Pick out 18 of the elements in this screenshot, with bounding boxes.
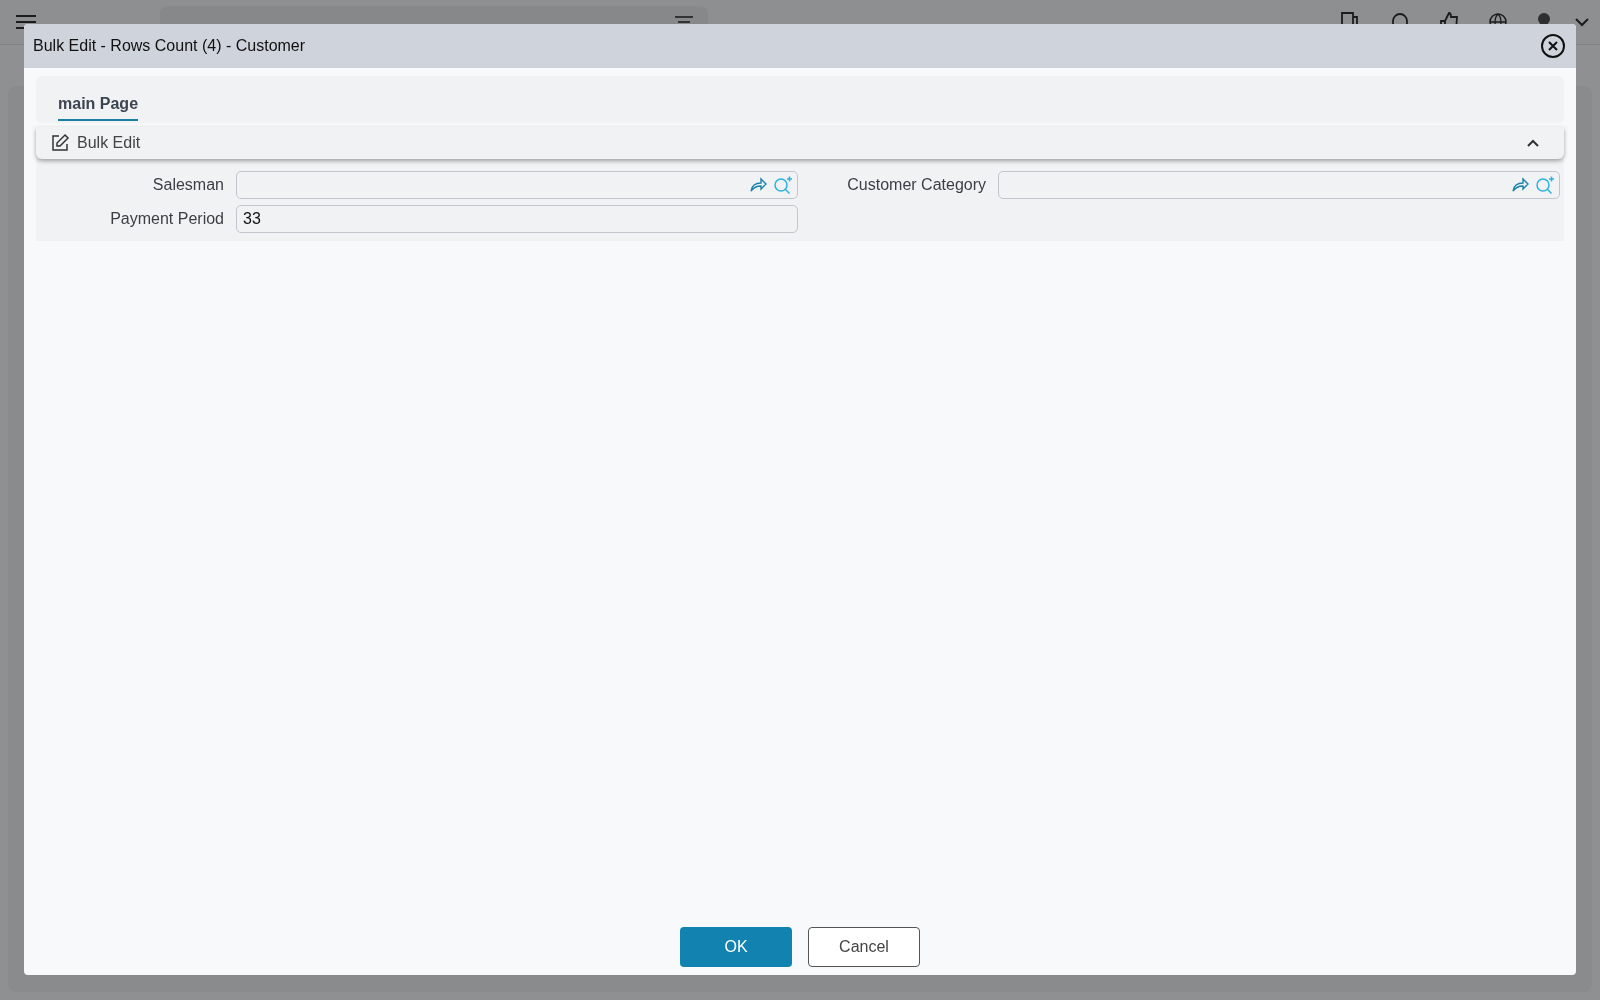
share-arrow-icon[interactable] [749, 177, 767, 193]
chevron-up-icon[interactable] [1526, 138, 1540, 148]
tab[interactable]: main Page [58, 95, 139, 121]
cancel-button[interactable]: Cancel [808, 927, 920, 967]
ok-button[interactable]: OK [680, 927, 792, 967]
close-icon[interactable] [1540, 33, 1566, 59]
section-title: Bulk Edit [77, 134, 141, 152]
lookup-field[interactable] [236, 171, 798, 199]
section-header[interactable]: Bulk Edit [36, 127, 1564, 159]
chevron-down-icon[interactable] [1574, 16, 1590, 28]
edit-icon [50, 133, 70, 153]
field-label: Salesman [151, 176, 224, 194]
lookup-field[interactable] [998, 171, 1560, 199]
share-arrow-icon[interactable] [1511, 177, 1529, 193]
field-label: Customer Category [846, 176, 986, 194]
input-field[interactable]: 33 [236, 205, 798, 233]
field-label: Payment Period [109, 210, 224, 228]
dialog-title: Bulk Edit - Rows Count (4) - Customer [33, 37, 306, 55]
